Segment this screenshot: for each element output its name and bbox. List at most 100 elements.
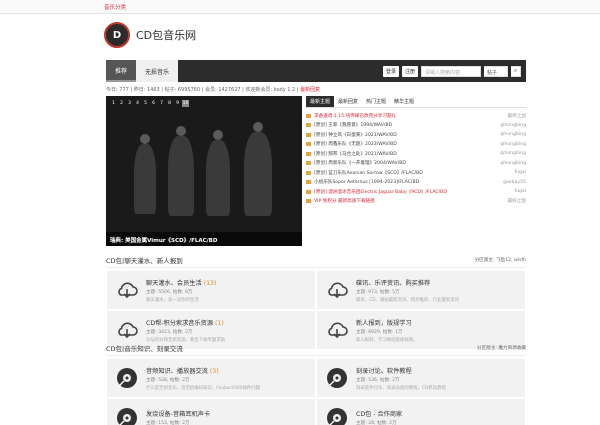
thread-icon <box>306 189 311 194</box>
forum-meta: 主题: 5506, 帖数: 8万 <box>146 289 193 295</box>
thread-author[interactable]: 最好之窗 <box>496 198 526 204</box>
thread-item[interactable]: VIP 免积分 最新高速下载链接 最好之窗 <box>306 197 526 207</box>
forum-description: 刻录软件讨论、刻录光盘的教程，CD抓轨教程 <box>356 385 446 391</box>
forum-description: 碟讯、CD、碟帖最新资讯、购买推荐、行业最新资讯 <box>356 297 460 303</box>
thread-author[interactable]: qihongbing <box>496 142 526 147</box>
forum-new-count: (1) <box>214 319 224 327</box>
register-button[interactable]: 注册 <box>401 65 418 77</box>
forum-name[interactable]: 发烧设备-音箱耳机声卡 <box>146 409 210 418</box>
site-stats: 今日: 777 | 昨日: 1463 | 帖子: 6995760 | 会员: 1… <box>106 87 321 93</box>
slider-page[interactable]: 4 <box>134 100 141 107</box>
forum-name[interactable]: 碟讯、乐评资讯、购买推荐 <box>356 278 459 287</box>
slider-page[interactable]: 9 <box>174 100 181 107</box>
thread-item[interactable]: [原创] 郝邦《马合之处》2021/WAV/BD qihongbing <box>306 149 526 159</box>
thread-title[interactable]: [原创] 周鑫乐队《无题》2023/WAV/BD <box>314 141 496 147</box>
thread-title[interactable]: [原创] 钟立风《白蛋黄》2021/WAV/BD <box>314 132 496 138</box>
thread-author[interactable]: qihongbing <box>496 123 526 128</box>
tab-latest-replies[interactable]: 最新回复 <box>334 96 362 107</box>
thread-item[interactable]: [原创] 钟立风《白蛋黄》2021/WAV/BD qihongbing <box>306 130 526 140</box>
thread-title[interactable]: [原创] 周新乐队《一开着理》2004/WAV/BD <box>314 160 496 166</box>
slider-pager: 1 2 3 4 5 6 7 8 9 10 <box>110 100 189 107</box>
forum-name[interactable]: 聊天灌水、会员生活 (13) <box>146 278 216 287</box>
latest-replies-link[interactable]: 最新回复 <box>300 87 320 93</box>
forum-meta: 主题: 3423, 帖数: 2万 <box>146 329 193 335</box>
forum-name[interactable]: 音频知识、播放器交流 (3) <box>146 366 260 375</box>
thread-author[interactable]: qihongbing <box>496 132 526 137</box>
forum-card[interactable]: 刻录讨论、软件教程 主题: 536, 帖数: 2万 刻录软件讨论、刻录光盘的教程，… <box>316 358 526 398</box>
disc-icon <box>325 366 349 390</box>
nav-tab-lossless[interactable]: 无损音乐 <box>136 60 179 82</box>
forum-grid-knowledge: 音频知识、播放器交流 (3) 主题: 528, 帖数: 2万 什么是无损音乐，音无损… <box>106 358 526 425</box>
forum-name[interactable]: CD包 - 合作商家 <box>356 409 402 418</box>
thread-author[interactable]: fugal <box>496 189 526 194</box>
forum-meta: 主题: 6929, 帖数: 1万 <box>356 329 403 335</box>
thread-item[interactable]: [原创] 周新乐队《一开着理》2004/WAV/BD qihongbing <box>306 159 526 169</box>
thread-item[interactable]: [原创] 王菲《我愿意》1994/WAV/BD qihongbing <box>306 121 526 131</box>
login-button[interactable]: 登录 <box>382 65 399 77</box>
thread-title[interactable]: 小组乐队Sopor Aeternus [1994-2023]/FLAC/BD <box>314 179 496 185</box>
thread-icon <box>306 113 311 118</box>
forum-name[interactable]: 新人报到，版规学习 <box>356 318 417 327</box>
featured-slider[interactable]: 1 2 3 4 5 6 7 8 9 10 瑞典: 美国金属Vimur《SCD》/… <box>106 96 302 246</box>
forum-card[interactable]: 碟讯、乐评资讯、购买推荐 主题: 973, 帖数: 5万 碟讯、CD、碟帖最新资讯… <box>316 270 526 310</box>
forum-name[interactable]: 刻录讨论、软件教程 <box>356 366 446 375</box>
tab-digest-threads[interactable]: 精华主题 <box>390 96 418 107</box>
thread-title[interactable]: [原创] 郝邦《马合之处》2021/WAV/BD <box>314 151 496 157</box>
slider-page[interactable]: 2 <box>118 100 125 107</box>
thread-item[interactable]: [原创] 周鑫乐队《无题》2023/WAV/BD qihongbing <box>306 140 526 150</box>
thread-author[interactable]: qihongbing <box>496 151 526 156</box>
forum-card[interactable]: 聊天灌水、会员生活 (13) 主题: 5506, 帖数: 8万 聊天灌水，谈一谈你的… <box>106 270 316 310</box>
section-header-knowledge: CD包|音乐知识、刻录交流 分区版主: 魔力资源收藏 <box>106 340 526 356</box>
thread-tabs: 最新主题 最新回复 热门主题 精华主题 <box>306 96 526 108</box>
forum-description: 什么是无损音乐，音无损编码知识，Foobar2000插件问题 <box>146 385 261 391</box>
thread-item[interactable]: 求备道谱:1.15.块传媒已改完分享习题礼 最终之战 <box>306 111 526 121</box>
disc-icon <box>325 406 349 425</box>
music-category-link[interactable]: 音乐分类 <box>104 3 126 11</box>
thread-title[interactable]: [原创] 澳洲溜冰音乐团Electric Jaguar Baby《9CD》/FL… <box>314 189 496 195</box>
thread-icon <box>306 170 311 175</box>
thread-title[interactable]: 求备道谱:1.15.块传媒已改完分享习题礼 <box>314 113 496 119</box>
slider-page-active[interactable]: 10 <box>182 100 189 107</box>
thread-author[interactable]: 最终之战 <box>496 113 526 119</box>
thread-item[interactable]: 小组乐队Sopor Aeternus [1994-2023]/FLAC/BD ga… <box>306 178 526 188</box>
slider-page[interactable]: 8 <box>166 100 173 107</box>
slider-page[interactable]: 3 <box>126 100 133 107</box>
forum-description: 聊天灌水，谈一谈你的生活 <box>146 297 199 303</box>
thread-author[interactable]: qihongbing <box>496 161 526 166</box>
tab-latest-threads[interactable]: 最新主题 <box>306 96 335 107</box>
thread-item[interactable]: [原创] 澳洲溜冰音乐团Electric Jaguar Baby《9CD》/FL… <box>306 187 526 197</box>
section-header-chat: CD包|聊天灌水、新人报到 分区版主: 飞鱼12, wlsfh <box>106 252 526 268</box>
thread-title[interactable]: VIP 免积分 最新高速下载链接 <box>314 198 496 204</box>
thread-icon <box>306 199 311 204</box>
search-icon[interactable]: ⌕ <box>511 65 521 77</box>
thread-author[interactable]: fugal <box>496 170 526 175</box>
slider-page[interactable]: 1 <box>110 100 117 107</box>
forum-meta: 主题: 153, 帖数: 2万 <box>146 420 190 425</box>
slider-page[interactable]: 6 <box>150 100 157 107</box>
forum-grid-chat: 聊天灌水、会员生活 (13) 主题: 5506, 帖数: 8万 聊天灌水，谈一谈你的… <box>106 270 526 350</box>
thread-icon <box>306 123 311 128</box>
search-type-select[interactable]: 帖子 <box>484 65 508 77</box>
site-logo[interactable]: D CD包音乐网 <box>104 20 196 50</box>
forum-name[interactable]: CD帮-积分索求音乐资源 (1) <box>146 318 225 327</box>
thread-icon <box>306 180 311 185</box>
section-title[interactable]: CD包|音乐知识、刻录交流 <box>106 343 183 353</box>
logo-icon: D <box>104 22 130 48</box>
slider-page[interactable]: 7 <box>158 100 165 107</box>
forum-card[interactable]: 音频知识、播放器交流 (3) 主题: 528, 帖数: 2万 什么是无损音乐，音无损… <box>106 358 316 398</box>
forum-card[interactable]: 发烧设备-音箱耳机声卡 主题: 153, 帖数: 2万 <box>106 398 316 425</box>
thread-list: 求备道谱:1.15.块传媒已改完分享习题礼 最终之战 [原创] 王菲《我愿意》199… <box>306 111 526 206</box>
slider-page[interactable]: 5 <box>142 100 149 107</box>
forum-card[interactable]: CD包 - 合作商家 主题: 28, 帖数: 2万 <box>316 398 526 425</box>
forum-new-count: (3) <box>209 367 219 375</box>
search-input[interactable]: 请输入搜索内容 <box>421 65 481 77</box>
tab-hot-threads[interactable]: 热门主题 <box>362 96 390 107</box>
thread-title[interactable]: [原创] 王菲《我愿意》1994/WAV/BD <box>314 122 496 128</box>
thread-item[interactable]: [原创] 蓝刀乐队Aeonian Sorrow《SCD》/FLAC/BD fuga… <box>306 168 526 178</box>
nav-tab-recommend[interactable]: 推荐 <box>106 60 137 82</box>
section-title[interactable]: CD包|聊天灌水、新人报到 <box>106 255 183 265</box>
slider-caption[interactable]: 瑞典: 美国金属Vimur《SCD》/FLAC/BD <box>106 232 302 246</box>
thread-author[interactable]: gaebay55 <box>496 180 526 185</box>
thread-title[interactable]: [原创] 蓝刀乐队Aeonian Sorrow《SCD》/FLAC/BD <box>314 170 496 176</box>
section-moderators: 分区版主: 飞鱼12, wlsfh <box>474 257 526 263</box>
